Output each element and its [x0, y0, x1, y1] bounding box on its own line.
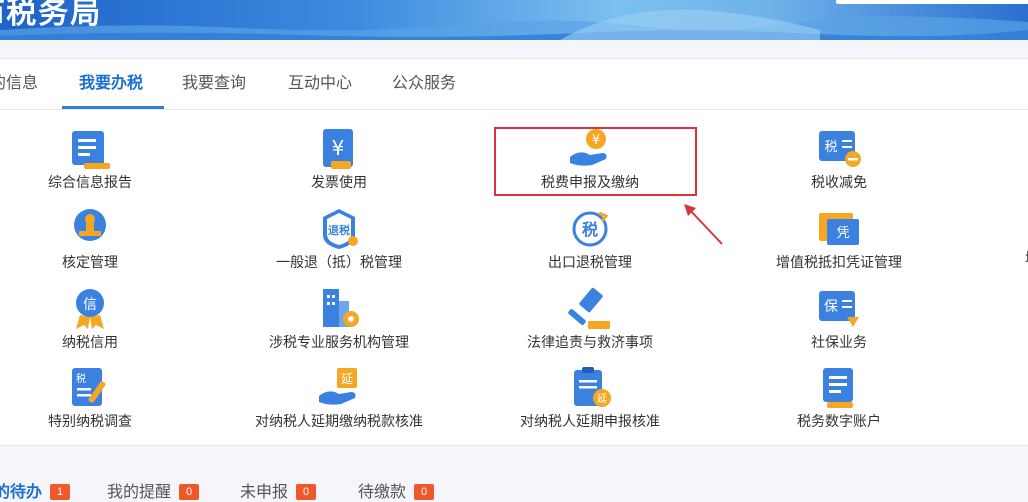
tab-label: 我的提醒 [107, 484, 172, 501]
invoice-yen-icon: ¥ [323, 129, 353, 169]
tab-public-service[interactable]: 公众服务 [392, 59, 456, 109]
service-tax-agency-management[interactable]: 涉税专业服务机构管理 [239, 287, 439, 351]
deferred-declaration-icon: 延 [574, 367, 611, 407]
special-tax-icon: 税 [72, 368, 106, 406]
tab-label: 待缴款 [358, 484, 407, 501]
service-digital-tax-account[interactable]: 税务数字账户 [739, 366, 939, 430]
service-vat-voucher[interactable]: 凭 增值税抵扣凭证管理 [739, 207, 939, 271]
service-label: 特别纳税调查 [48, 413, 132, 429]
service-assessment-management[interactable]: 核定管理 [0, 207, 190, 271]
digital-account-icon [823, 368, 853, 408]
service-label: 对纳税人延期缴纳税款核准 [255, 413, 423, 429]
undeclared-count-badge: 0 [296, 484, 317, 500]
site-title: ī税务局 [0, 0, 103, 31]
tab-pending-payment[interactable]: 待缴款 0 [358, 478, 435, 502]
svg-text:¥: ¥ [332, 136, 345, 160]
social-security-icon: 保 [819, 291, 859, 327]
service-label: 税务数字账户 [797, 413, 881, 429]
stamp-icon [74, 209, 106, 241]
service-label: 核定管理 [62, 254, 118, 270]
service-label: 发票使用 [311, 174, 367, 190]
svg-text:税: 税 [582, 220, 598, 239]
tab-my-todo[interactable]: 的待办 1 [0, 478, 71, 502]
svg-text:税: 税 [824, 140, 837, 155]
tax-reduction-icon: 税 [819, 131, 861, 167]
service-special-tax-investigation[interactable]: 税 特别纳税调查 [0, 366, 190, 430]
service-social-security[interactable]: 保 社保业务 [739, 287, 939, 351]
service-deferred-payment-approval[interactable]: 延 对纳税人延期缴纳税款核准 [239, 366, 439, 430]
active-tab-indicator [62, 106, 164, 109]
service-deferred-declaration-approval[interactable]: 延 对纳税人延期申报核准 [490, 366, 690, 430]
service-invoice-use[interactable]: ¥ 发票使用 [239, 127, 439, 191]
tab-undeclared[interactable]: 未申报 0 [240, 478, 317, 502]
service-label: 涉税专业服务机构管理 [269, 334, 409, 350]
credit-medal-icon: 信 [76, 289, 104, 329]
search-box-edge[interactable] [836, 0, 1028, 4]
building-gear-icon [323, 289, 359, 327]
svg-text:信: 信 [83, 297, 97, 313]
service-label: 增值税抵扣凭证管理 [776, 254, 902, 270]
service-label: 纳税信用 [62, 334, 118, 350]
svg-text:退税: 退税 [328, 223, 350, 237]
service-label: 出口退税管理 [548, 254, 632, 270]
svg-text:延: 延 [597, 393, 607, 405]
tab-label: 未申报 [240, 484, 289, 501]
reminder-count-badge: 0 [179, 484, 200, 500]
svg-text:延: 延 [341, 372, 353, 386]
deferred-payment-icon: 延 [319, 368, 357, 405]
payment-count-badge: 0 [414, 484, 435, 500]
service-label: 法律追责与救济事项 [527, 334, 653, 350]
service-label: 综合信息报告 [48, 174, 132, 190]
service-edge-partial[interactable]: 增 [1022, 247, 1028, 267]
service-tax-credit[interactable]: 信 纳税信用 [0, 287, 190, 351]
header-banner: ī税务局 [0, 0, 1028, 40]
tab-interaction[interactable]: 互动中心 [288, 59, 352, 109]
service-label: 税收减免 [811, 174, 867, 190]
service-tax-reduction[interactable]: 税 税收减免 [739, 127, 939, 191]
highlight-box [494, 127, 697, 196]
service-label: 增 [1022, 249, 1028, 267]
refund-icon: 退税 [323, 209, 358, 249]
svg-text:税: 税 [76, 372, 86, 385]
service-export-refund[interactable]: 税 出口退税管理 [490, 207, 690, 271]
main-nav: 的信息 我要办税 我要查询 互动中心 公众服务 [0, 59, 1028, 110]
mountain-landscape [0, 9, 1028, 40]
svg-text:凭: 凭 [836, 226, 849, 241]
service-label: 对纳税人延期申报核准 [520, 413, 660, 429]
service-label: 社保业务 [811, 334, 867, 350]
svg-text:保: 保 [824, 299, 838, 315]
service-comprehensive-report[interactable]: 综合信息报告 [0, 127, 190, 191]
voucher-icon: 凭 [819, 213, 859, 245]
gavel-icon [568, 287, 610, 329]
service-general-refund[interactable]: 退税 一般退（抵）税管理 [239, 207, 439, 271]
tab-my-info[interactable]: 的信息 [0, 59, 38, 109]
pointer-arrow-icon [684, 204, 723, 245]
service-label: 一般退（抵）税管理 [276, 254, 402, 270]
todo-count-badge: 1 [50, 484, 71, 500]
tab-handle-tax[interactable]: 我要办税 [79, 59, 143, 109]
service-legal-remedy[interactable]: 法律追责与救济事项 [490, 287, 690, 351]
tab-query[interactable]: 我要查询 [182, 59, 246, 109]
tab-label: 的待办 [0, 484, 43, 501]
report-icon [72, 131, 110, 169]
export-refund-icon: 税 [572, 211, 609, 247]
tab-my-reminders[interactable]: 我的提醒 0 [107, 478, 200, 502]
task-tabs: 的待办 1 我的提醒 0 未申报 0 待缴款 0 [0, 466, 1028, 502]
